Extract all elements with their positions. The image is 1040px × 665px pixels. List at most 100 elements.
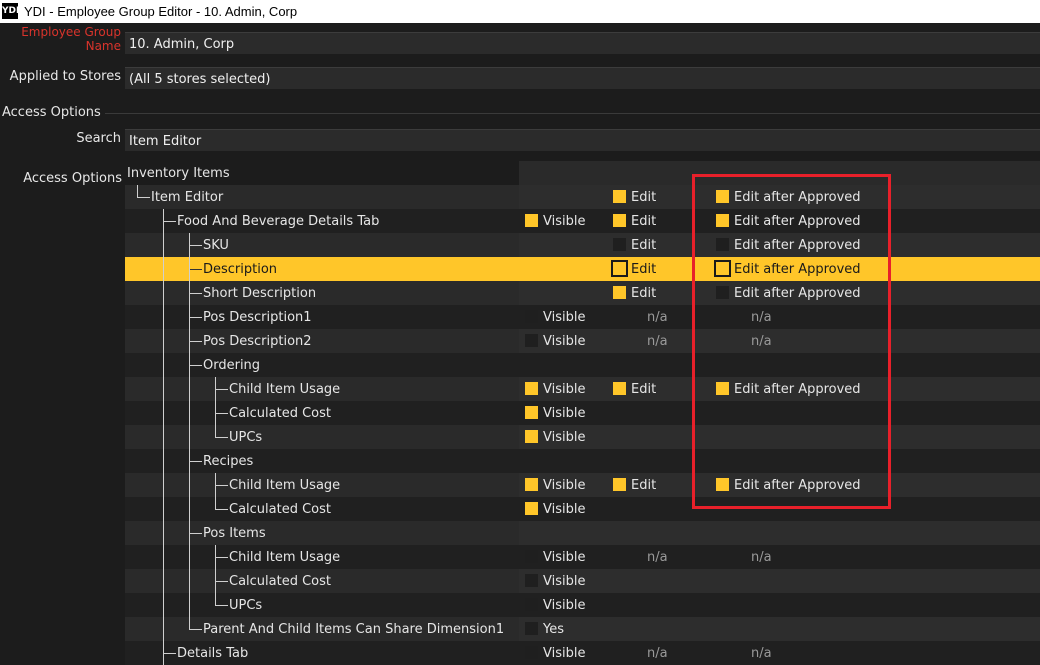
access-options-section-title: Access Options	[2, 105, 101, 120]
edit-after-approved-checkbox[interactable]	[716, 382, 729, 395]
visible-label: Visible	[543, 430, 586, 445]
tree-row[interactable]: Short Description Edit Edit after Approved	[125, 281, 1040, 305]
search-label: Search	[76, 131, 121, 146]
tree-vertical-connector	[163, 209, 164, 665]
tree-row[interactable]: SKU Edit Edit after Approved	[125, 233, 1040, 257]
tree-row[interactable]: Pos Description2 Visible n/a n/a	[125, 329, 1040, 353]
tree-connector	[137, 197, 150, 198]
tree-row[interactable]: Pos Items	[125, 521, 1040, 545]
tree-row[interactable]: Item Editor Edit Edit after Approved	[125, 185, 1040, 209]
visible-checkbox[interactable]	[525, 406, 538, 419]
tree-row[interactable]: UPCs Visible	[125, 593, 1040, 617]
visible-checkbox[interactable]	[525, 310, 538, 323]
edit-after-approved-checkbox[interactable]	[716, 286, 729, 299]
tree-row[interactable]: Child Item Usage Visible Edit Edit after Ap…	[125, 377, 1040, 401]
tree-connector	[189, 629, 202, 630]
row-check-area	[519, 641, 1040, 665]
edit-label: Edit	[631, 286, 657, 301]
tree-item-label: SKU	[203, 238, 229, 253]
tree-row[interactable]: Pos Description1 Visible n/a n/a	[125, 305, 1040, 329]
tree-row[interactable]: UPCs Visible	[125, 425, 1040, 449]
visible-checkbox[interactable]	[525, 382, 538, 395]
visible-checkbox[interactable]	[525, 334, 538, 347]
edit-checkbox[interactable]	[613, 190, 626, 203]
visible-checkbox[interactable]	[525, 430, 538, 443]
edit-after-approved-label: Edit after Approved	[734, 238, 861, 253]
edit-checkbox[interactable]	[613, 214, 626, 227]
stores-label: Applied to Stores	[9, 69, 121, 84]
visible-checkbox[interactable]	[525, 478, 538, 491]
edit-label: Edit	[631, 382, 657, 397]
visible-checkbox[interactable]	[525, 214, 538, 227]
row-check-area	[519, 161, 1040, 185]
search-input[interactable]: Item Editor	[125, 129, 1040, 151]
access-options-tree[interactable]: Inventory Items Item Editor Edit Edit after…	[125, 161, 1040, 665]
tree-connector	[163, 653, 176, 654]
tree-row[interactable]: Parent And Child Items Can Share Dimensi…	[125, 617, 1040, 641]
row-check-area	[519, 497, 1040, 521]
tree-row[interactable]: Calculated Cost Visible	[125, 401, 1040, 425]
stores-selector[interactable]: (All 5 stores selected)	[125, 67, 1040, 89]
row-check-area	[519, 593, 1040, 617]
visible-label: Yes	[543, 622, 564, 637]
approved-na-text: n/a	[751, 334, 772, 349]
edit-label: Edit	[631, 190, 657, 205]
tree-item-label: Pos Description2	[203, 334, 312, 349]
row-check-area	[519, 329, 1040, 353]
edit-after-approved-checkbox[interactable]	[716, 214, 729, 227]
tree-row[interactable]: Recipes	[125, 449, 1040, 473]
edit-checkbox[interactable]	[613, 286, 626, 299]
approved-na-text: n/a	[751, 310, 772, 325]
tree-item-label: Recipes	[203, 454, 254, 469]
edit-after-approved-checkbox[interactable]	[716, 190, 729, 203]
tree-connector	[189, 341, 202, 342]
tree-row[interactable]: Description Edit Edit after Approved	[125, 257, 1040, 281]
tree-row[interactable]: Inventory Items	[125, 161, 1040, 185]
edit-na-text: n/a	[647, 334, 668, 349]
tree-item-label: Calculated Cost	[229, 406, 332, 421]
tree-connector	[215, 485, 228, 486]
visible-label: Visible	[543, 406, 586, 421]
tree-connector	[189, 245, 202, 246]
tree-item-label: Child Item Usage	[229, 382, 341, 397]
tree-row[interactable]: Details Tab Visible n/a n/a	[125, 641, 1040, 665]
tree-item-label: Short Description	[203, 286, 317, 301]
tree-connector	[215, 581, 228, 582]
edit-after-approved-checkbox[interactable]	[714, 260, 731, 277]
tree-row[interactable]: Calculated Cost Visible	[125, 497, 1040, 521]
visible-checkbox[interactable]	[525, 646, 538, 659]
edit-checkbox[interactable]	[613, 238, 626, 251]
row-check-area	[519, 449, 1040, 473]
tree-row[interactable]: Ordering	[125, 353, 1040, 377]
visible-label: Visible	[543, 598, 586, 613]
edit-na-text: n/a	[647, 310, 668, 325]
edit-after-approved-label: Edit after Approved	[734, 214, 861, 229]
group-name-input[interactable]: 10. Admin, Corp	[125, 32, 1040, 54]
edit-after-approved-label: Edit after Approved	[734, 478, 861, 493]
visible-checkbox[interactable]	[525, 598, 538, 611]
tree-row[interactable]: Child Item Usage Visible n/a n/a	[125, 545, 1040, 569]
tree-connector	[215, 509, 228, 510]
tree-row[interactable]: Food And Beverage Details Tab Visible Edit…	[125, 209, 1040, 233]
edit-checkbox[interactable]	[611, 260, 628, 277]
tree-connector	[189, 317, 202, 318]
visible-checkbox[interactable]	[525, 574, 538, 587]
tree-item-label: Ordering	[203, 358, 261, 373]
tree-row[interactable]: Calculated Cost Visible	[125, 569, 1040, 593]
tree-connector	[189, 533, 202, 534]
tree-row[interactable]: Child Item Usage Visible Edit Edit after Ap…	[125, 473, 1040, 497]
tree-vertical-connector	[215, 377, 216, 437]
edit-after-approved-checkbox[interactable]	[716, 238, 729, 251]
visible-checkbox[interactable]	[525, 622, 538, 635]
row-check-area	[519, 353, 1040, 377]
row-check-area	[519, 569, 1040, 593]
tree-item-label: Pos Items	[203, 526, 266, 541]
edit-na-text: n/a	[647, 646, 668, 661]
edit-checkbox[interactable]	[613, 382, 626, 395]
visible-checkbox[interactable]	[525, 502, 538, 515]
edit-after-approved-checkbox[interactable]	[716, 478, 729, 491]
tree-connector	[137, 185, 138, 197]
visible-checkbox[interactable]	[525, 550, 538, 563]
tree-vertical-connector	[215, 545, 216, 605]
edit-checkbox[interactable]	[613, 478, 626, 491]
